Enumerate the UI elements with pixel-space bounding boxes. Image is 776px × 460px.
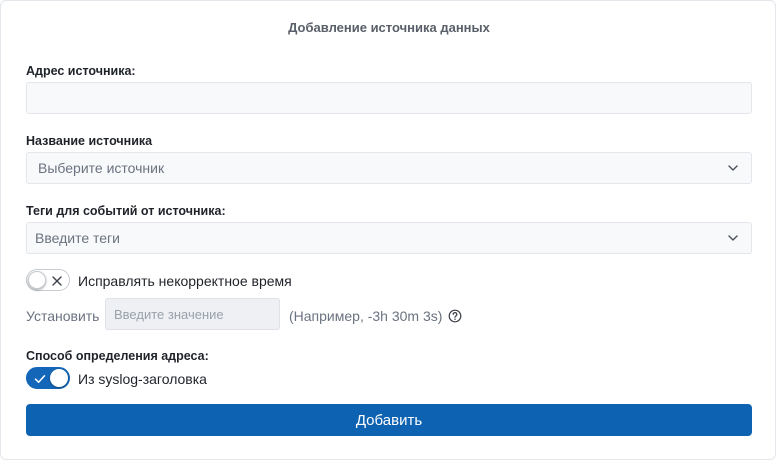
source-name-placeholder: Выберите источник — [38, 160, 165, 176]
set-hint: (Например, -3h 30m 3s) — [289, 308, 462, 324]
address-field-wrapper — [26, 82, 752, 114]
add-data-source-panel: Добавление источника данных Адрес источн… — [0, 0, 776, 460]
form-title: Добавление источника данных — [288, 20, 490, 35]
close-icon — [51, 274, 63, 286]
add-button[interactable]: Добавить — [26, 404, 752, 436]
set-hint-text: (Например, -3h 30m 3s) — [289, 308, 443, 324]
fix-time-label: Исправлять некорректное время — [78, 273, 292, 289]
fix-time-toggle[interactable] — [26, 269, 70, 291]
address-input[interactable] — [38, 83, 740, 113]
address-method-label: Способ определения адреса: — [26, 349, 209, 363]
tags-select[interactable]: Введите теги — [26, 222, 752, 254]
address-label: Адрес источника: — [26, 64, 136, 78]
toggle-knob — [28, 271, 46, 289]
set-value-placeholder: Введите значение — [114, 306, 224, 322]
source-name-label: Название источника — [26, 134, 153, 148]
set-value-input[interactable]: Введите значение — [105, 298, 280, 330]
chevron-down-icon — [726, 231, 740, 245]
tags-placeholder: Введите теги — [35, 230, 120, 246]
chevron-down-icon — [726, 161, 740, 175]
toggle-knob — [50, 369, 68, 387]
address-method-toggle-label: Из syslog-заголовка — [78, 371, 207, 387]
set-label: Установить — [26, 308, 100, 324]
question-circle-icon[interactable] — [448, 309, 462, 323]
tags-label: Теги для событий от источника: — [26, 204, 226, 218]
address-method-toggle[interactable] — [26, 367, 70, 389]
source-name-select[interactable]: Выберите источник — [26, 152, 752, 184]
check-icon — [34, 372, 46, 384]
